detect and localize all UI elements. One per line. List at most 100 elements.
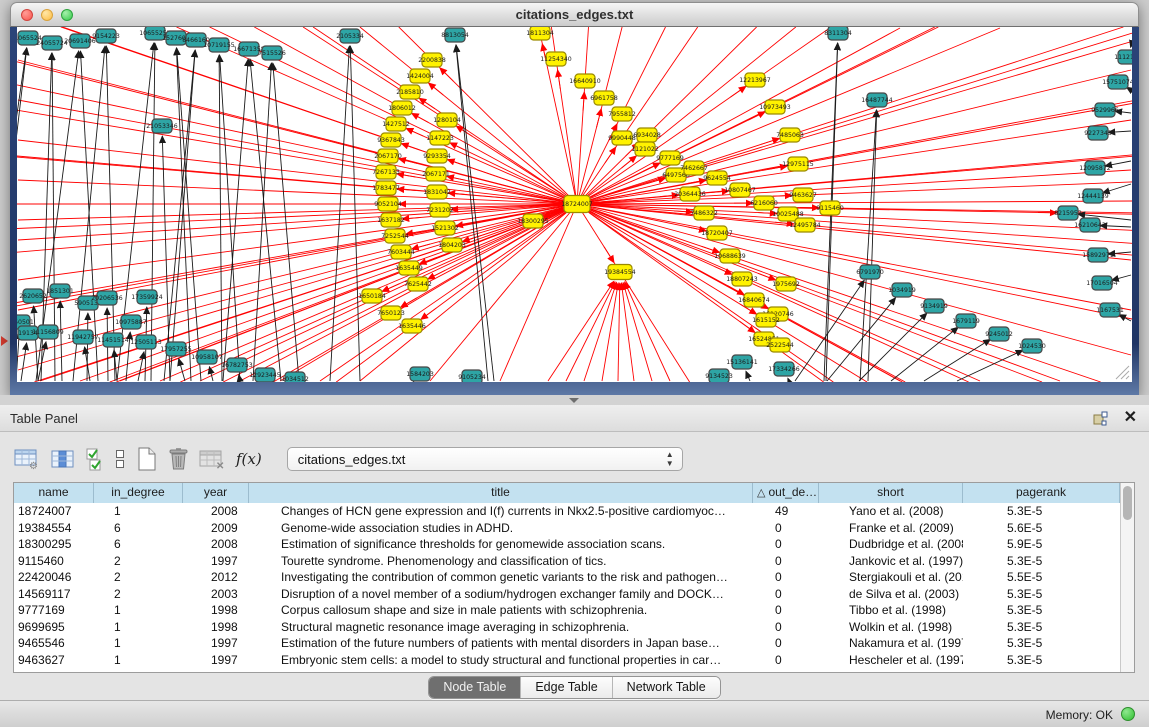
graph-node-9227343[interactable]: 9227343	[1084, 126, 1112, 140]
graph-node-9115460[interactable]: 9115460	[816, 201, 844, 215]
graph-node-1811304[interactable]: 1811304	[526, 27, 554, 40]
graph-node-1851301[interactable]: 1851301	[46, 284, 74, 298]
graph-node-7231202[interactable]: 7231202	[426, 203, 454, 217]
graph-node-1975692[interactable]: 1975692	[772, 277, 800, 291]
graph-node-15751074[interactable]: 15751074	[1102, 75, 1132, 89]
network-window-titlebar[interactable]: citations_edges.txt	[10, 2, 1139, 27]
graph-node-2067170[interactable]: 2067170	[374, 149, 402, 163]
graph-node-9367843[interactable]: 9367843	[377, 133, 405, 147]
select-rows-button[interactable]	[86, 443, 104, 475]
graph-node-7955812[interactable]: 7955812	[608, 107, 636, 121]
memory-status-indicator[interactable]	[1121, 707, 1135, 721]
graph-node-7603444[interactable]: 7603444	[387, 245, 415, 259]
graph-node-6791970[interactable]: 6791970	[856, 265, 884, 279]
table-row[interactable]: 1872400712008Changes of HCN gene express…	[14, 503, 1120, 520]
graph-node-1424004[interactable]: 1424004	[406, 69, 434, 83]
graph-node-9624554[interactable]: 9624554	[703, 171, 731, 185]
graph-node-1112105[interactable]: 1112105	[1114, 50, 1132, 64]
graph-node-6216060[interactable]: 6216060	[750, 196, 778, 210]
graph-node-16640910[interactable]: 16640910	[569, 74, 601, 88]
graph-node-9134919[interactable]: 9134919	[920, 299, 948, 313]
close-panel-icon[interactable]: ✕	[1124, 410, 1137, 426]
column-header-in-degree[interactable]: in_degree	[94, 483, 183, 503]
graph-node-9052104[interactable]: 9052104	[374, 197, 402, 211]
graph-node-7267133[interactable]: 7267133	[372, 165, 400, 179]
graph-node-16487744[interactable]: 16487744	[861, 93, 893, 107]
graph-node-9134523[interactable]: 9134523	[705, 369, 733, 382]
table-scrollbar[interactable]	[1120, 483, 1134, 672]
table-row[interactable]: 1456911722003Disruption of a novel membe…	[14, 586, 1120, 603]
graph-node-9463627[interactable]: 9463627	[789, 188, 817, 202]
graph-node-15892971[interactable]: 15892971	[1082, 248, 1114, 262]
graph-node-6961758[interactable]: 6961758	[590, 91, 618, 105]
function-builder-button[interactable]: f(x)	[236, 443, 262, 475]
tab-node-table[interactable]: Node Table	[429, 677, 521, 698]
graph-node-1679119[interactable]: 1679119	[952, 314, 980, 328]
graph-node-6934028[interactable]: 6934028	[633, 128, 661, 142]
column-header-out-de[interactable]: △out_de…	[753, 483, 819, 503]
graph-node-1635446[interactable]: 1635446	[398, 319, 426, 333]
graph-node-9105234[interactable]: 9105234	[458, 370, 486, 382]
clear-selection-button[interactable]	[115, 443, 126, 475]
network-canvas[interactable]: 1065524240557242069140691542231065525715…	[17, 27, 1132, 382]
graph-node-10975887[interactable]: 10975887	[115, 315, 147, 329]
table-row[interactable]: 1830029562008Estimation of significance …	[14, 536, 1120, 553]
table-row[interactable]: 969969511998Structural magnetic resonanc…	[14, 619, 1120, 636]
graph-node-2200838[interactable]: 2200838	[418, 53, 446, 67]
graph-node-7515526[interactable]: 7515526	[258, 46, 286, 60]
graph-node-2522544[interactable]: 2522544	[766, 338, 794, 352]
graph-node-10958107[interactable]: 10958107	[191, 350, 223, 364]
table-row[interactable]: 1938455462009Genome-wide association stu…	[14, 520, 1120, 537]
graph-node-7625442[interactable]: 7625442	[404, 277, 432, 291]
table-settings-button[interactable]: ⚙	[14, 443, 40, 475]
graph-node-17359924[interactable]: 17359924	[131, 290, 163, 304]
graph-node-19384554[interactable]: 19384554	[604, 265, 636, 280]
table-row[interactable]: 977716911998Corpus callosum shape and si…	[14, 602, 1120, 619]
graph-node-9990448[interactable]: 9990448	[608, 131, 636, 145]
graph-node-10688639[interactable]: 10688639	[714, 249, 746, 263]
column-header-short[interactable]: short	[819, 483, 963, 503]
tab-network-table[interactable]: Network Table	[613, 677, 720, 698]
graph-node-17016504[interactable]: 17016504	[1086, 276, 1118, 290]
graph-node-8215953[interactable]: 8215953	[1054, 206, 1082, 220]
graph-node-21053346[interactable]: 21053346	[146, 119, 178, 133]
graph-node-1804203[interactable]: 1804203	[438, 238, 466, 252]
graph-node-1024530[interactable]: 1024530	[1018, 339, 1046, 353]
tab-edge-table[interactable]: Edge Table	[521, 677, 612, 698]
graph-node-1427512[interactable]: 1427512	[382, 117, 410, 131]
show-columns-button[interactable]	[51, 443, 75, 475]
graph-node-9245012[interactable]: 9245012	[985, 327, 1013, 341]
graph-node-8813054[interactable]: 8813054	[441, 28, 469, 42]
graph-node-1521302[interactable]: 1521302	[431, 221, 459, 235]
graph-node-16210643[interactable]: 16210643	[1074, 218, 1106, 232]
graph-node-7485063[interactable]: 7485063	[776, 128, 804, 142]
graph-node-18724007[interactable]: 18724007	[561, 196, 593, 213]
delete-table-button[interactable]: ✕	[199, 443, 225, 475]
table-scrollbar-thumb[interactable]	[1123, 486, 1132, 520]
graph-node-1280104[interactable]: 1280104	[433, 113, 461, 127]
graph-node-7650123[interactable]: 7650123	[377, 306, 405, 320]
graph-node-1806012[interactable]: 1806012	[388, 101, 416, 115]
graph-node-20691406[interactable]: 20691406	[64, 34, 96, 48]
graph-node-8311304[interactable]: 8311304	[824, 27, 852, 40]
table-row[interactable]: 946362711997Embryonic stem cells: a mode…	[14, 652, 1120, 669]
column-header-name[interactable]: name	[14, 483, 94, 503]
graph-node-18720407[interactable]: 18720407	[701, 226, 733, 240]
graph-node-1121022[interactable]: 1121022	[631, 142, 659, 156]
graph-node-1034512[interactable]: 1034512	[281, 372, 309, 382]
graph-node-1650184[interactable]: 1650184	[358, 289, 386, 303]
column-header-title[interactable]: title	[249, 483, 753, 503]
table-row[interactable]: 946554611997Estimation of the future num…	[14, 635, 1120, 652]
graph-node-1637182[interactable]: 1637182	[377, 213, 405, 227]
column-header-year[interactable]: year	[183, 483, 249, 503]
graph-node-2105334[interactable]: 2105334	[336, 29, 364, 43]
graph-node-1034919[interactable]: 1034919	[888, 283, 916, 297]
graph-node-15136141[interactable]: 15136141	[726, 355, 758, 369]
graph-node-1635449[interactable]: 1635449	[395, 261, 423, 275]
delete-column-button[interactable]	[168, 443, 188, 475]
graph-node-12505113[interactable]: 12505113	[130, 335, 162, 349]
graph-node-2185810[interactable]: 2185810	[396, 85, 424, 99]
graph-node-17334266[interactable]: 17334266	[768, 362, 800, 376]
table-row[interactable]: 2242004622012Investigating the contribut…	[14, 569, 1120, 586]
graph-node-1615152[interactable]: 1615152	[752, 313, 780, 327]
